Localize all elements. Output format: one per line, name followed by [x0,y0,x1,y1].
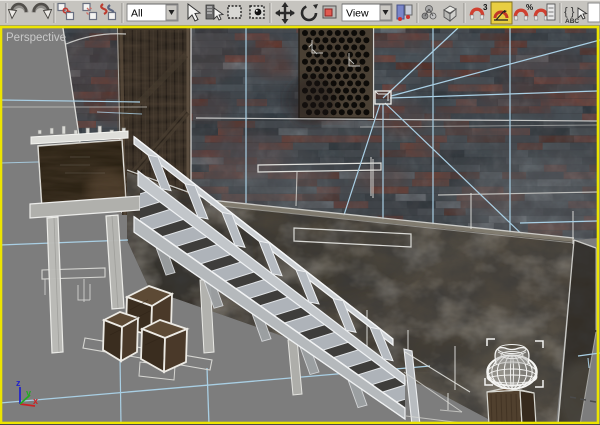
svg-text:y: y [26,388,31,398]
svg-text:%: % [526,3,533,12]
svg-text:x: x [33,396,38,406]
svg-text:View: View [346,8,369,20]
svg-text:Perspective: Perspective [6,32,66,44]
svg-text:ABC: ABC [565,18,579,25]
svg-text:z: z [16,378,21,388]
svg-text:{ }: { } [564,6,575,18]
svg-text:3: 3 [483,3,488,12]
svg-text:All: All [131,8,143,20]
